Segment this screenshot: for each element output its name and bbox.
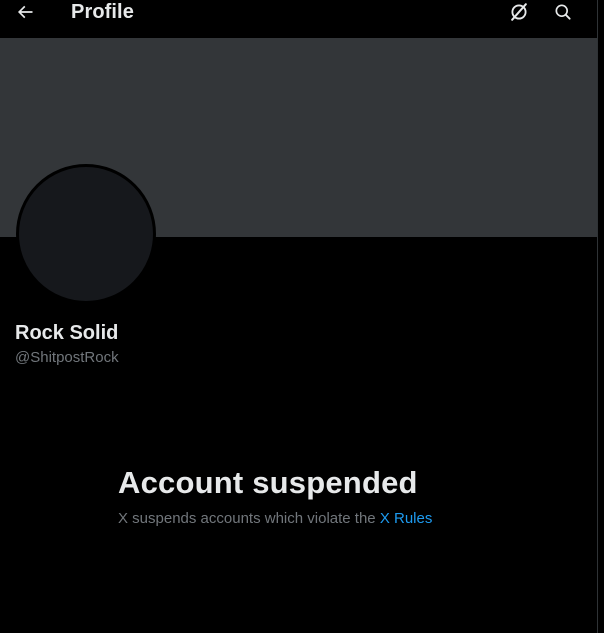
grok-button[interactable] [504,0,534,24]
notice-title: Account suspended [118,465,418,500]
profile-handle: @ShitpostRock [15,349,119,366]
back-button[interactable] [8,0,42,24]
grok-icon [511,3,527,21]
notice-description: X suspends accounts which violate the [118,510,376,527]
suspended-notice: Account suspended X suspends accounts wh… [118,464,538,529]
column-divider [597,0,604,633]
search-button[interactable] [548,0,578,24]
profile-page: Profile Rock Solid @ShitpostRock Account… [0,0,604,633]
notice-text: X suspends accounts which violate the X … [118,509,538,529]
profile-display-name: Rock Solid [15,322,119,344]
x-rules-link[interactable]: X Rules [380,510,433,527]
page-title: Profile [71,1,134,23]
main-column: Profile Rock Solid @ShitpostRock Account… [0,0,597,633]
top-bar: Profile [0,0,597,38]
arrow-left-icon [17,5,33,19]
search-icon [555,4,571,20]
avatar[interactable] [16,164,156,304]
